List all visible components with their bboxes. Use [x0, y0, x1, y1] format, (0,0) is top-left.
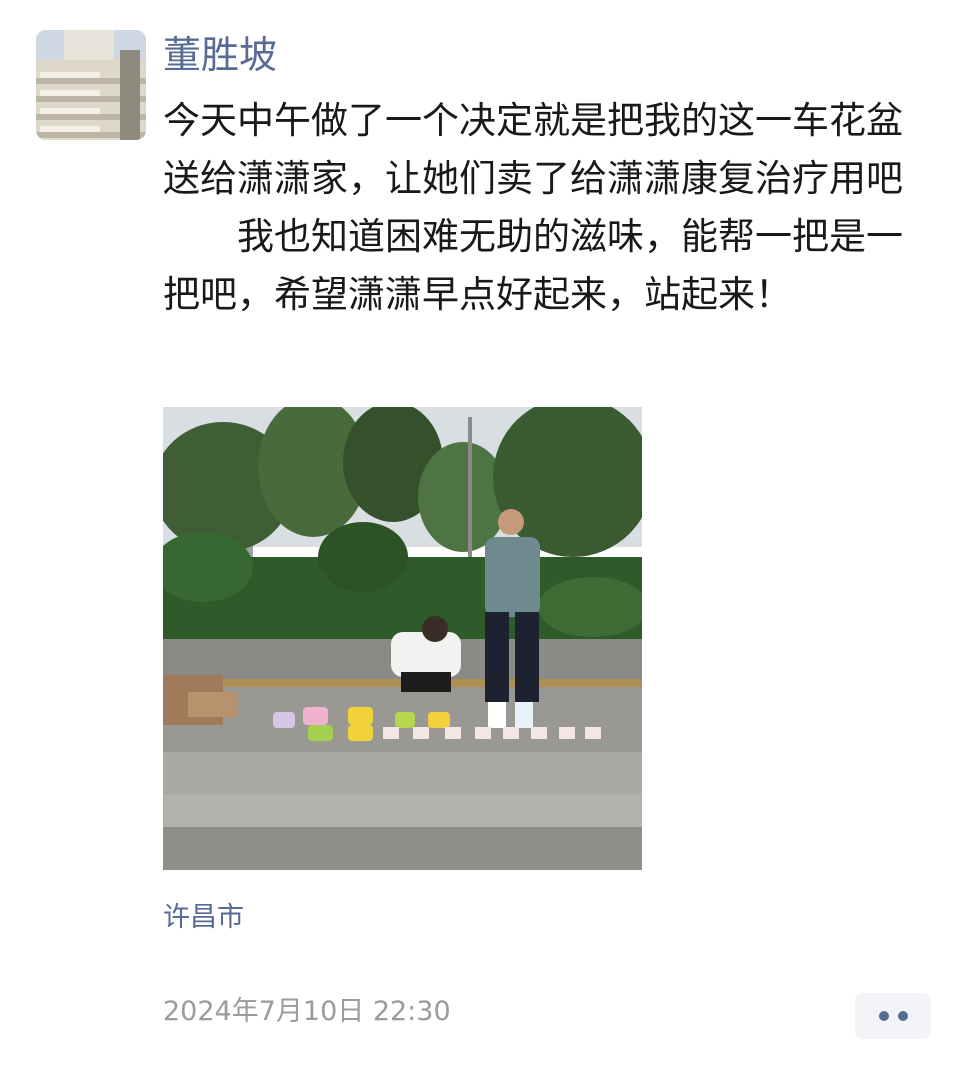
avatar[interactable] [36, 30, 146, 140]
more-options-button[interactable] [855, 993, 931, 1039]
post-photo[interactable] [163, 407, 642, 870]
more-dots-icon [897, 1011, 908, 1021]
author-name[interactable]: 董胜坡 [163, 30, 277, 80]
more-dots-icon [878, 1011, 889, 1021]
avatar-building-image [36, 30, 146, 140]
location-link[interactable]: 许昌市 [163, 898, 244, 938]
post-timestamp: 2024年7月10日 22:30 [163, 996, 451, 1027]
post-text: 今天中午做了一个决定就是把我的这一车花盆送给潇潇家，让她们卖了给潇潇康复治疗用吧… [163, 92, 923, 324]
photo-street-scene [163, 407, 642, 870]
post-paragraph: 我也知道困难无助的滋味，能帮一把是一把吧，希望潇潇早点好起来，站起来！ [163, 215, 903, 316]
post-paragraph: 今天中午做了一个决定就是把我的这一车花盆送给潇潇家，让她们卖了给潇潇康复治疗用吧 [163, 99, 903, 200]
